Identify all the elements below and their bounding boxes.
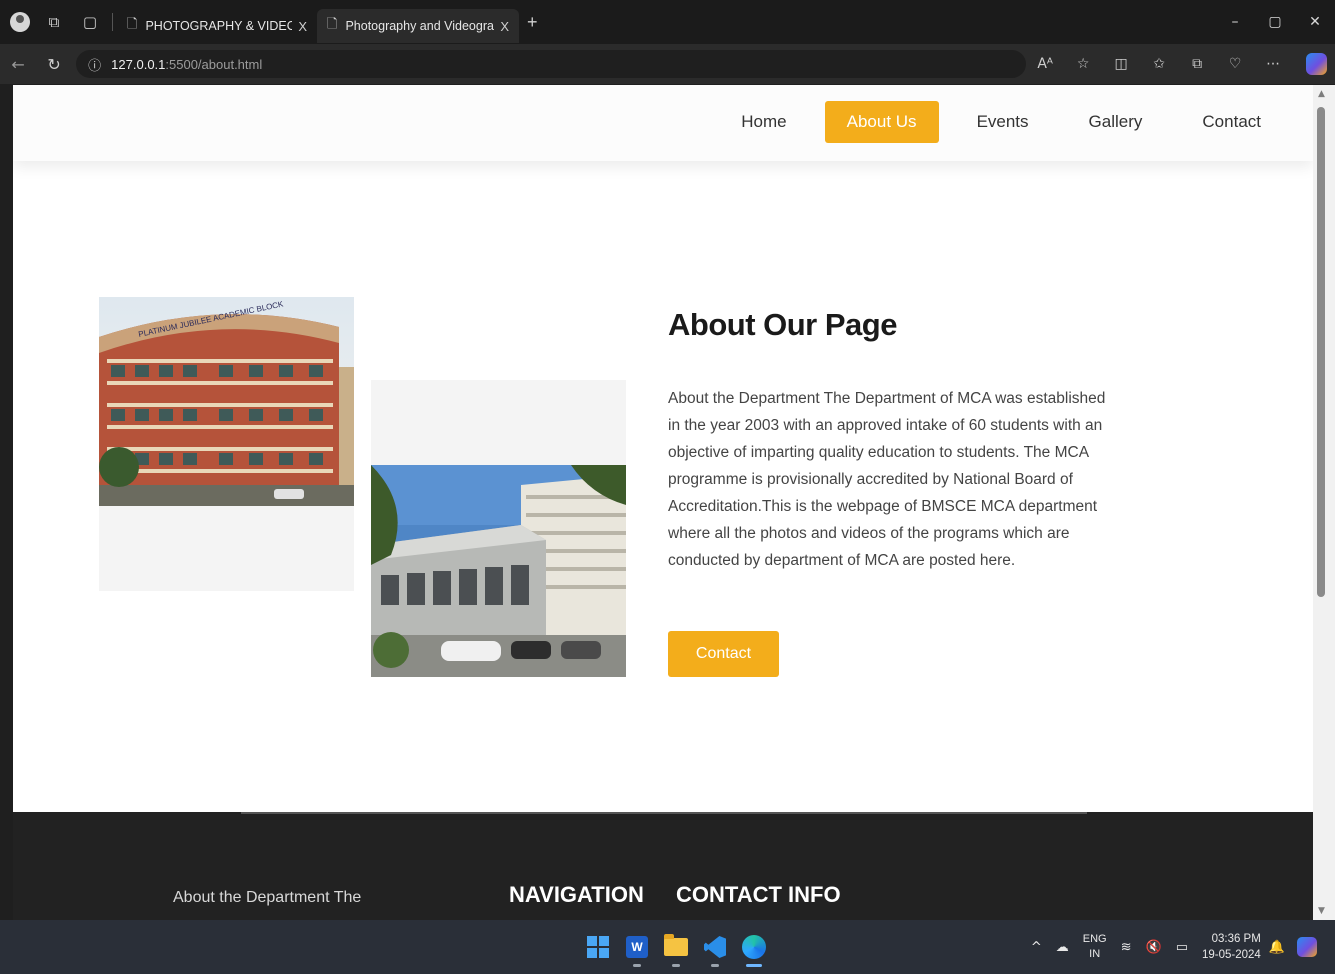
- browser-essentials-icon[interactable]: ♡: [1216, 56, 1254, 72]
- workspaces-icon[interactable]: ⧉: [36, 0, 72, 44]
- volume-muted-icon[interactable]: 🔇: [1146, 940, 1162, 955]
- page-viewport: Home About Us Events Gallery Contact PLA…: [13, 85, 1313, 920]
- wifi-icon[interactable]: ≋: [1121, 940, 1132, 955]
- tab-title: PHOTOGRAPHY & VIDEOGRAPH: [145, 19, 293, 33]
- edge-icon: [742, 935, 766, 959]
- window-controls: – ▢ ✕: [1215, 14, 1335, 30]
- edge-app[interactable]: [736, 930, 772, 967]
- address-bar[interactable]: ⓘ 127.0.0.1:5500/about.html: [76, 50, 1027, 78]
- page-title: About Our Page: [668, 307, 897, 342]
- scrollbar-thumb[interactable]: [1317, 107, 1325, 597]
- read-aloud-icon[interactable]: A͏ᴬ: [1026, 56, 1064, 72]
- notification-bell-icon[interactable]: 🔔: [1269, 940, 1285, 955]
- scroll-up-icon[interactable]: ▲: [1318, 89, 1325, 99]
- nav-home[interactable]: Home: [719, 101, 808, 143]
- file-explorer-app[interactable]: [658, 930, 694, 967]
- browser-tab-active[interactable]: 🗋 Photography and Videography V X: [317, 9, 519, 43]
- word-icon: W: [626, 936, 648, 958]
- minimize-icon[interactable]: –: [1215, 14, 1255, 30]
- college-building-photo: [371, 465, 626, 677]
- browser-tab-photography[interactable]: 🗋 PHOTOGRAPHY & VIDEOGRAPH X: [117, 9, 317, 43]
- copilot-taskbar-icon[interactable]: [1297, 937, 1317, 957]
- url-host: 127.0.0.1: [111, 56, 166, 72]
- scroll-down-icon[interactable]: ▼: [1318, 906, 1325, 916]
- chevron-up-icon[interactable]: ^: [1031, 940, 1042, 955]
- tab-actions-icon[interactable]: ▢: [72, 0, 108, 44]
- region-code: IN: [1089, 948, 1101, 960]
- contact-button[interactable]: Contact: [668, 631, 779, 677]
- browser-tools: A͏ᴬ ☆ ◫ ✩ ⧉ ♡ ⋯: [1026, 56, 1292, 72]
- copilot-icon[interactable]: [1306, 53, 1328, 75]
- about-description: About the Department The Department of M…: [668, 390, 1106, 569]
- url-path: :5500/about.html: [165, 56, 263, 72]
- site-footer: About the Department The NAVIGATION CONT…: [13, 812, 1313, 920]
- language-indicator[interactable]: ENG IN: [1083, 932, 1107, 962]
- footer-contact-heading: CONTACT INFO: [676, 882, 841, 907]
- clock-time: 03:36 PM: [1211, 933, 1261, 945]
- favorites-icon[interactable]: ✩: [1140, 56, 1178, 72]
- windows-logo-icon: [587, 936, 609, 958]
- site-info-icon[interactable]: ⓘ: [88, 55, 101, 74]
- profile-avatar[interactable]: [10, 12, 30, 32]
- split-screen-icon[interactable]: ◫: [1102, 56, 1140, 72]
- address-toolbar: ← ↻ ⓘ 127.0.0.1:5500/about.html A͏ᴬ ☆ ◫ …: [0, 44, 1335, 84]
- site-header: Home About Us Events Gallery Contact: [13, 85, 1313, 161]
- close-icon[interactable]: X: [298, 19, 307, 34]
- new-tab-button[interactable]: +: [527, 12, 538, 33]
- academic-block-photo: PLATINUM JUBILEE ACADEMIC BLOCK: [99, 297, 354, 506]
- maximize-icon[interactable]: ▢: [1255, 14, 1295, 30]
- onedrive-icon[interactable]: ☁: [1056, 940, 1069, 955]
- page-scrollbar[interactable]: ▲ ▼: [1313, 85, 1335, 920]
- close-icon[interactable]: X: [500, 19, 509, 34]
- collections-icon[interactable]: ⧉: [1178, 56, 1216, 72]
- tab-title: Photography and Videography V: [345, 19, 494, 33]
- footer-navigation-heading: NAVIGATION: [509, 882, 644, 907]
- start-button[interactable]: [580, 930, 616, 964]
- page-icon: 🗋: [127, 17, 138, 32]
- vscode-icon: [704, 936, 726, 958]
- clock-date: 19-05-2024: [1201, 949, 1261, 961]
- nav-gallery[interactable]: Gallery: [1067, 101, 1165, 143]
- footer-about-text: About the Department The: [173, 889, 362, 906]
- nav-events[interactable]: Events: [955, 101, 1051, 143]
- system-tray: ^ ☁ ENG IN ≋ 🔇 ▭ 03:36 PM 19-05-2024 🔔: [1031, 920, 1335, 974]
- favorite-star-icon[interactable]: ☆: [1064, 56, 1102, 72]
- vscode-app[interactable]: [697, 930, 733, 967]
- back-icon[interactable]: ←: [0, 55, 36, 74]
- lang-code: ENG: [1082, 933, 1107, 945]
- taskbar-apps: W: [580, 930, 775, 967]
- main-nav: Home About Us Events Gallery Contact: [703, 101, 1283, 143]
- more-icon[interactable]: ⋯: [1254, 56, 1292, 72]
- page-icon: 🗋: [327, 17, 338, 32]
- folder-icon: [664, 934, 688, 956]
- browser-tab-strip: ⧉ ▢ 🗋 PHOTOGRAPHY & VIDEOGRAPH X 🗋 Photo…: [0, 0, 1335, 44]
- nav-about-us[interactable]: About Us: [824, 101, 939, 143]
- nav-contact[interactable]: Contact: [1180, 101, 1283, 143]
- divider: [112, 13, 113, 31]
- reload-icon[interactable]: ↻: [36, 55, 72, 74]
- footer-divider: [241, 812, 1087, 814]
- windows-taskbar: W ^ ☁ ENG IN ≋ 🔇 ▭ 03:36 PM 19-05-2024 🔔: [0, 920, 1335, 974]
- battery-icon[interactable]: ▭: [1176, 940, 1188, 955]
- close-window-icon[interactable]: ✕: [1295, 14, 1335, 30]
- clock[interactable]: 03:36 PM 19-05-2024: [1202, 931, 1261, 963]
- word-app[interactable]: W: [619, 930, 655, 967]
